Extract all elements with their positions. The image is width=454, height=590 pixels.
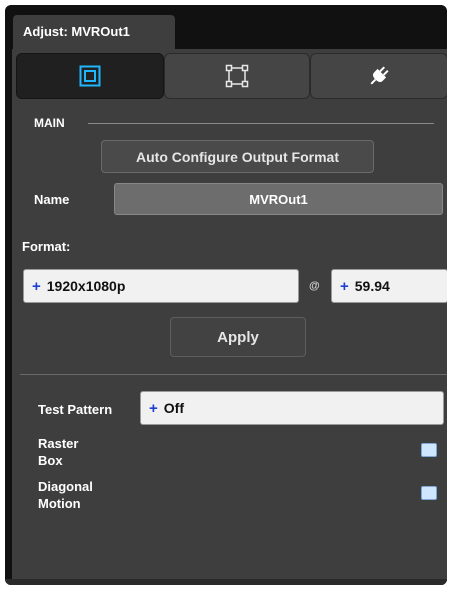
diagonal-motion-label-line1: Diagonal: [38, 479, 93, 494]
plug-icon: [370, 66, 389, 85]
bottom-scroll-strip: [5, 579, 447, 585]
frame-rate-select[interactable]: + 59.94: [331, 269, 447, 303]
format-label: Format:: [22, 239, 71, 254]
frame-rate-plus-icon: +: [340, 277, 349, 295]
output-monitor-icon: [79, 65, 101, 87]
tab-title: Adjust: MVROut1: [23, 24, 130, 39]
output-mode-button[interactable]: [16, 53, 164, 99]
raster-box-label-line2: Box: [38, 453, 63, 468]
auto-configure-output-format-button[interactable]: Auto Configure Output Format: [101, 140, 374, 173]
adjust-window: Adjust: MVROut1 MAIN Auto Configure Outp…: [5, 5, 447, 585]
frame-rate-value: 59.94: [354, 278, 390, 294]
mode-icon-bar: [16, 53, 447, 99]
raster-box-label-line1: Raster: [38, 436, 79, 451]
main-section-divider: [88, 123, 434, 124]
resolution-select[interactable]: + 1920x1080p: [23, 269, 299, 303]
raster-box-checkbox[interactable]: [421, 443, 437, 457]
adjust-tab[interactable]: Adjust: MVROut1: [13, 15, 175, 49]
crop-frame-icon: [225, 64, 249, 88]
diagonal-motion-label-line2: Motion: [38, 496, 81, 511]
connection-mode-button[interactable]: [310, 53, 447, 99]
diagonal-motion-checkbox[interactable]: [421, 486, 437, 500]
test-pattern-value: Off: [163, 400, 184, 416]
main-section-label: MAIN: [34, 116, 65, 130]
apply-button[interactable]: Apply: [170, 317, 306, 357]
crop-mode-button[interactable]: [164, 53, 310, 99]
adjust-panel: MAIN Auto Configure Output Format Name M…: [12, 49, 447, 585]
name-field[interactable]: MVROut1: [114, 183, 443, 215]
test-section-divider: [20, 374, 447, 375]
test-pattern-plus-icon: +: [149, 399, 158, 417]
diagonal-motion-label: Diagonal Motion: [38, 478, 93, 512]
raster-box-label: Raster Box: [38, 435, 78, 469]
resolution-value: 1920x1080p: [46, 278, 126, 294]
at-symbol: @: [309, 280, 320, 292]
name-label: Name: [34, 192, 70, 207]
resolution-plus-icon: +: [32, 277, 41, 295]
test-pattern-select[interactable]: + Off: [140, 391, 444, 425]
test-pattern-label: Test Pattern: [38, 402, 113, 417]
